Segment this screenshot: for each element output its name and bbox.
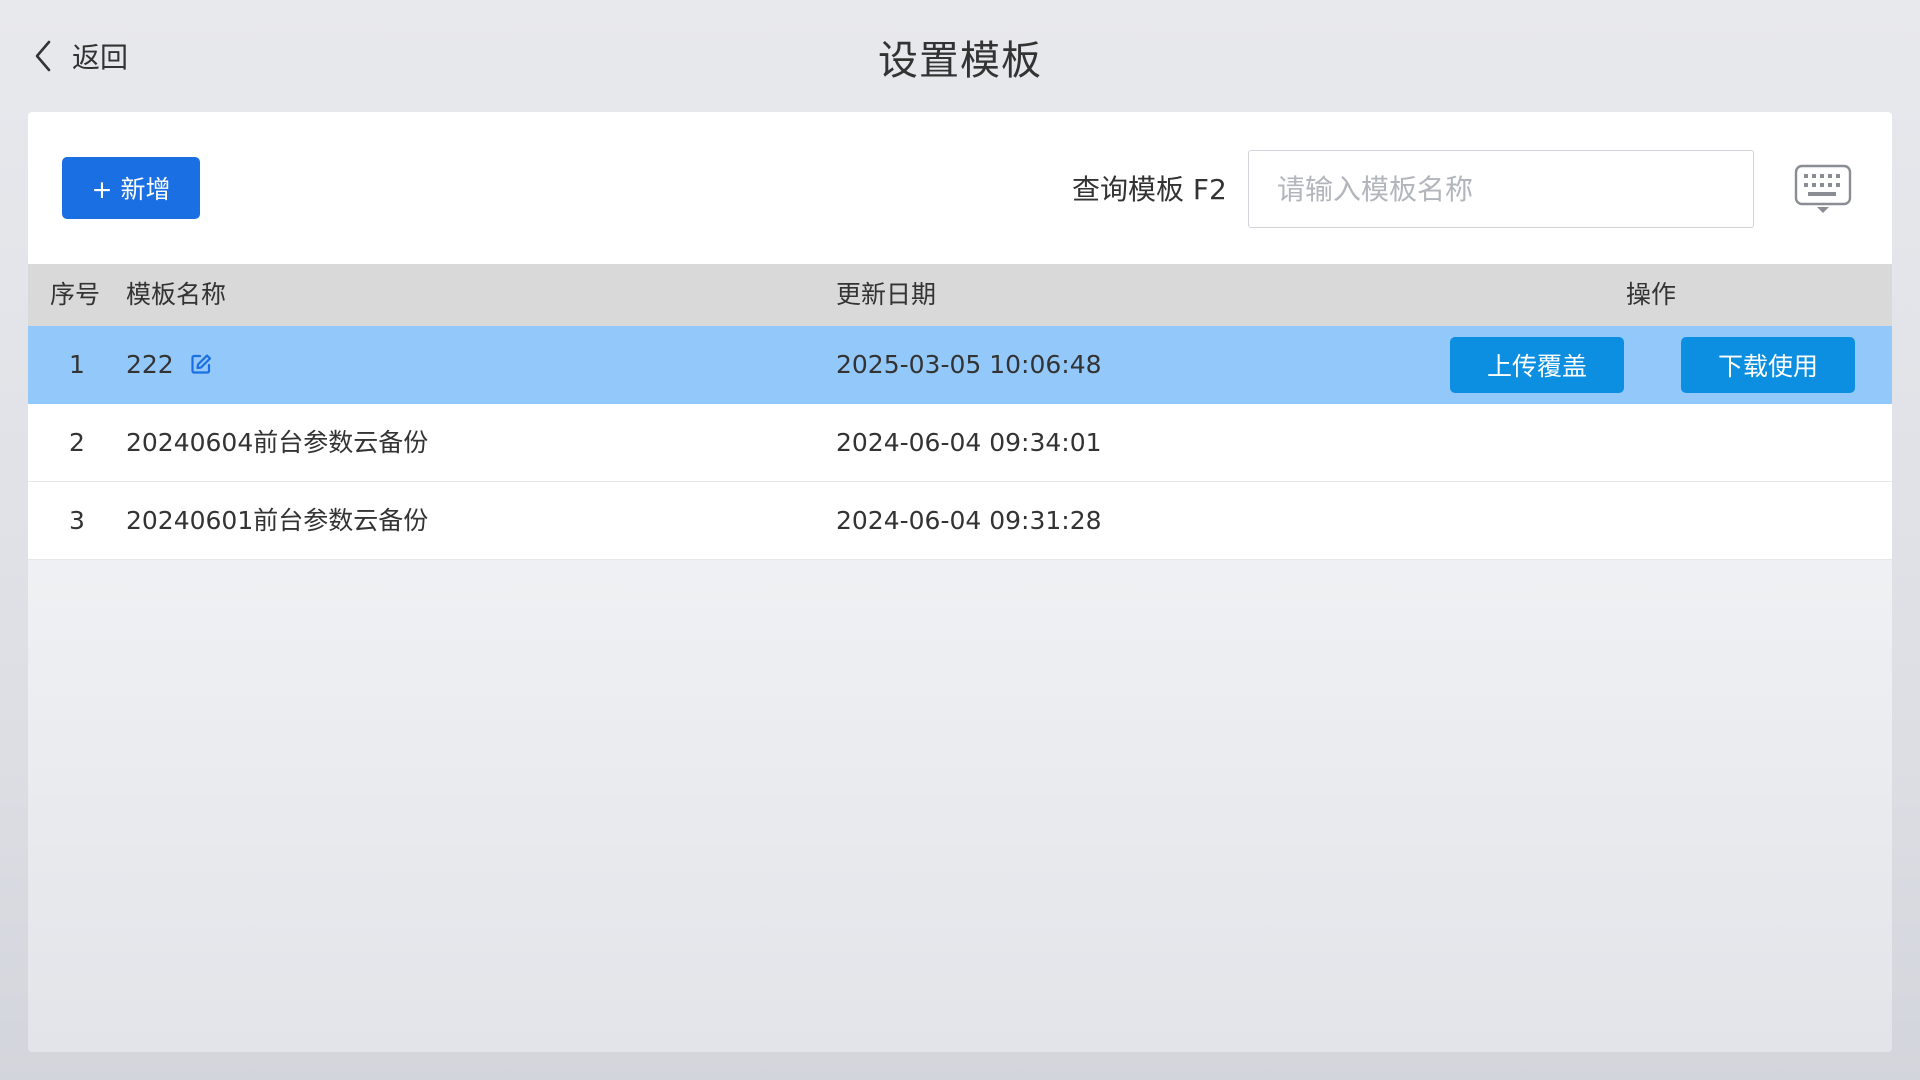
row-name-text: 222 xyxy=(126,350,174,379)
table-row-2[interactable]: 2 20240604前台参数云备份 2024-06-04 09:34:01 xyxy=(28,404,1892,482)
column-header-seq: 序号 xyxy=(50,280,101,309)
upload-overwrite-button[interactable]: 上传覆盖 xyxy=(1450,337,1624,393)
table-row-3[interactable]: 3 20240601前台参数云备份 2024-06-04 09:31:28 xyxy=(28,482,1892,560)
table-row-1[interactable]: 1 222 2025-03-05 10:06:48 上传覆盖 下载使用 xyxy=(28,326,1892,404)
column-header-actions: 操作 xyxy=(1626,280,1677,309)
row-name: 20240601前台参数云备份 xyxy=(126,506,429,535)
row-seq: 3 xyxy=(69,506,85,535)
download-use-button[interactable]: 下载使用 xyxy=(1681,337,1855,393)
row-seq: 1 xyxy=(69,350,85,379)
add-template-button[interactable]: + 新增 xyxy=(62,157,200,219)
row-name: 222 xyxy=(126,326,212,404)
row-date: 2024-06-04 09:31:28 xyxy=(836,506,1102,535)
toolbar: + 新增 查询模板 F2 xyxy=(28,112,1892,264)
top-bar: 返回 设置模板 xyxy=(0,0,1920,112)
table-header: 序号 模板名称 更新日期 操作 xyxy=(28,264,1892,326)
row-seq: 2 xyxy=(69,428,85,457)
main-panel: + 新增 查询模板 F2 序号 模板名称 更新日期 操作 1 222 xyxy=(28,112,1892,1052)
edit-icon[interactable] xyxy=(190,353,212,375)
row-date: 2025-03-05 10:06:48 xyxy=(836,350,1102,379)
page-title: 设置模板 xyxy=(878,38,1042,84)
column-header-name: 模板名称 xyxy=(126,280,227,309)
column-header-date: 更新日期 xyxy=(836,280,937,309)
row-name: 20240604前台参数云备份 xyxy=(126,428,429,457)
search-input[interactable] xyxy=(1248,150,1754,228)
row-date: 2024-06-04 09:34:01 xyxy=(836,428,1102,457)
keyboard-icon[interactable] xyxy=(1794,164,1852,214)
search-label: 查询模板 F2 xyxy=(1072,173,1227,206)
